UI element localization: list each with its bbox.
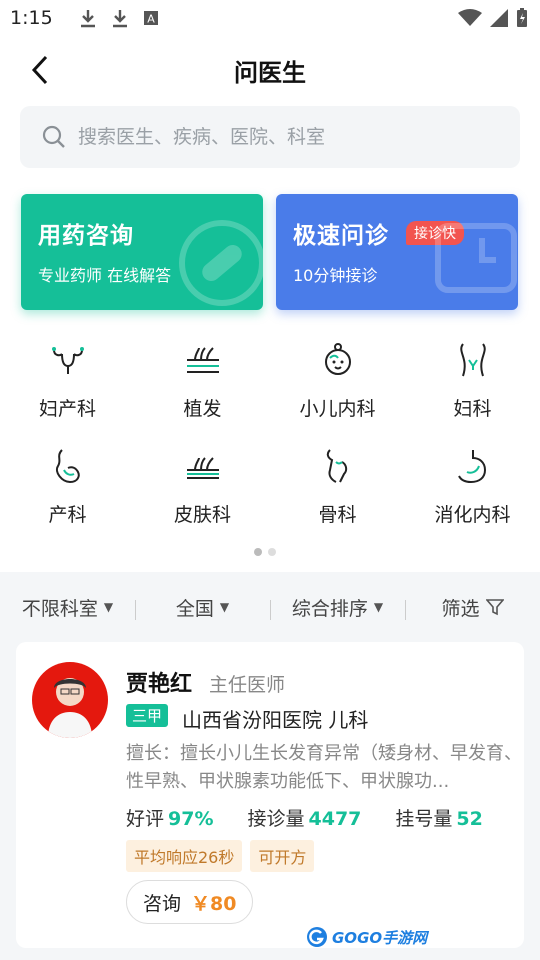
skin-icon xyxy=(183,446,223,486)
download-icon xyxy=(80,10,95,28)
status-system-icons xyxy=(458,8,528,28)
hospital-tier-badge: 三甲 xyxy=(126,704,169,727)
chevron-left-icon xyxy=(31,55,48,85)
dept-label: 植发 xyxy=(183,398,222,420)
dept-label: 皮肤科 xyxy=(173,504,231,526)
filter-label: 全国 xyxy=(175,597,214,620)
card-title: 极速问诊 xyxy=(293,223,389,249)
stat-value: 4477 xyxy=(308,808,362,830)
caret-down-icon: ▼ xyxy=(373,600,384,614)
stomach-icon xyxy=(453,446,493,486)
back-button[interactable] xyxy=(22,52,58,88)
dept-label: 妇产科 xyxy=(38,398,96,420)
search-icon xyxy=(42,125,65,148)
page-indicator xyxy=(254,548,276,556)
card-subtitle: 专业药师 在线解答 xyxy=(38,266,172,285)
dept-label: 消化内科 xyxy=(434,504,511,526)
search-bar[interactable] xyxy=(20,106,520,168)
doctor-card[interactable]: 贾艳红 主任医师 三甲 山西省汾阳医院 儿科 擅长：擅长小儿生长发育异常（矮身材… xyxy=(16,642,524,948)
dept-label: 产科 xyxy=(48,504,87,526)
pill-icon xyxy=(179,220,263,306)
filter-label: 不限科室 xyxy=(21,597,98,620)
dept-pediatrics[interactable]: 小儿内科 xyxy=(270,340,405,440)
watermark-logo-icon xyxy=(307,927,327,947)
uterus-icon xyxy=(48,340,88,380)
dept-obstetrics[interactable]: 产科 xyxy=(0,446,135,546)
hospital-name: 山西省汾阳医院 儿科 xyxy=(182,708,369,732)
rapid-consult-card[interactable]: 极速问诊 接诊快 10分钟接诊 xyxy=(276,194,518,310)
stat-value: 97% xyxy=(168,808,214,830)
header: 问医生 xyxy=(0,40,540,100)
medication-consult-card[interactable]: 用药咨询 专业药师 在线解答 xyxy=(21,194,263,310)
pregnant-icon xyxy=(48,446,88,486)
watermark: GOGO手游网 xyxy=(306,926,427,948)
watermark-text: GOGO手游网 xyxy=(332,928,428,947)
dept-obgyn[interactable]: 妇产科 xyxy=(0,340,135,440)
stat-label: 好评 xyxy=(126,808,165,830)
svg-text:A: A xyxy=(147,13,155,26)
card-title: 用药咨询 xyxy=(38,223,134,249)
wifi-icon xyxy=(458,9,482,26)
doctor-tags: 平均响应26秒 可开方 xyxy=(126,840,315,872)
caret-down-icon: ▼ xyxy=(219,600,230,614)
tag-prescription: 可开方 xyxy=(250,840,315,872)
doctor-stats: 好评 97% 接诊量 4477 挂号量 52 xyxy=(126,804,517,831)
download-icon xyxy=(112,10,127,28)
doctor-specialty: 擅长：擅长小儿生长发育异常（矮身材、早发育、性早熟、甲状腺素功能低下、甲状腺功.… xyxy=(126,743,522,792)
avatar xyxy=(32,662,108,738)
page-dot xyxy=(268,548,276,556)
app-notification-icon: A xyxy=(143,11,158,26)
status-time: 1:15 xyxy=(10,7,53,29)
battery-icon xyxy=(517,8,527,27)
consult-label: 咨询 xyxy=(143,892,182,915)
dept-label: 骨科 xyxy=(318,504,357,526)
card-subtitle: 10分钟接诊 xyxy=(293,266,378,285)
baby-icon xyxy=(318,340,358,380)
page-title: 问医生 xyxy=(234,58,306,87)
filter-label: 综合排序 xyxy=(291,597,368,620)
page-dot xyxy=(254,548,262,556)
filter-bar: 不限科室 ▼ 全国 ▼ 综合排序 ▼ 筛选 xyxy=(0,584,540,630)
dept-label: 小儿内科 xyxy=(299,398,376,420)
filter-region[interactable]: 全国 ▼ xyxy=(135,594,270,621)
stat-rating: 好评 97% xyxy=(126,804,214,831)
status-bar: 1:15 A xyxy=(0,0,540,36)
clock-icon xyxy=(435,223,517,293)
dept-orthopedics[interactable]: 骨科 xyxy=(270,446,405,546)
search-input[interactable] xyxy=(78,126,478,148)
dept-gastroenterology[interactable]: 消化内科 xyxy=(405,446,540,546)
female-organ-icon xyxy=(453,340,493,380)
dept-gynecology[interactable]: 妇科 xyxy=(405,340,540,440)
status-notifications: A xyxy=(79,8,159,28)
filter-icon xyxy=(485,599,504,616)
stat-label: 接诊量 xyxy=(247,808,305,830)
doctor-name: 贾艳红 xyxy=(126,672,193,697)
filter-label: 筛选 xyxy=(441,597,480,620)
doctor-title: 主任医师 xyxy=(209,674,286,696)
hair-icon xyxy=(183,340,223,380)
stat-consults: 接诊量 4477 xyxy=(248,804,362,831)
dept-label: 妇科 xyxy=(453,398,492,420)
signal-icon xyxy=(490,9,508,27)
stat-registrations: 挂号量 52 xyxy=(395,804,482,831)
tag-response-time: 平均响应26秒 xyxy=(126,840,243,872)
filter-screen[interactable]: 筛选 xyxy=(405,594,540,621)
caret-down-icon: ▼ xyxy=(103,600,114,614)
dept-dermatology[interactable]: 皮肤科 xyxy=(135,446,270,546)
filter-sort[interactable]: 综合排序 ▼ xyxy=(270,594,405,621)
stat-label: 挂号量 xyxy=(395,808,453,830)
dept-hair[interactable]: 植发 xyxy=(135,340,270,440)
stat-value: 52 xyxy=(456,808,483,830)
consult-price: ￥80 xyxy=(191,892,237,915)
filter-department[interactable]: 不限科室 ▼ xyxy=(0,594,135,621)
bone-icon xyxy=(318,446,358,486)
consult-button[interactable]: 咨询 ￥80 xyxy=(126,880,254,924)
